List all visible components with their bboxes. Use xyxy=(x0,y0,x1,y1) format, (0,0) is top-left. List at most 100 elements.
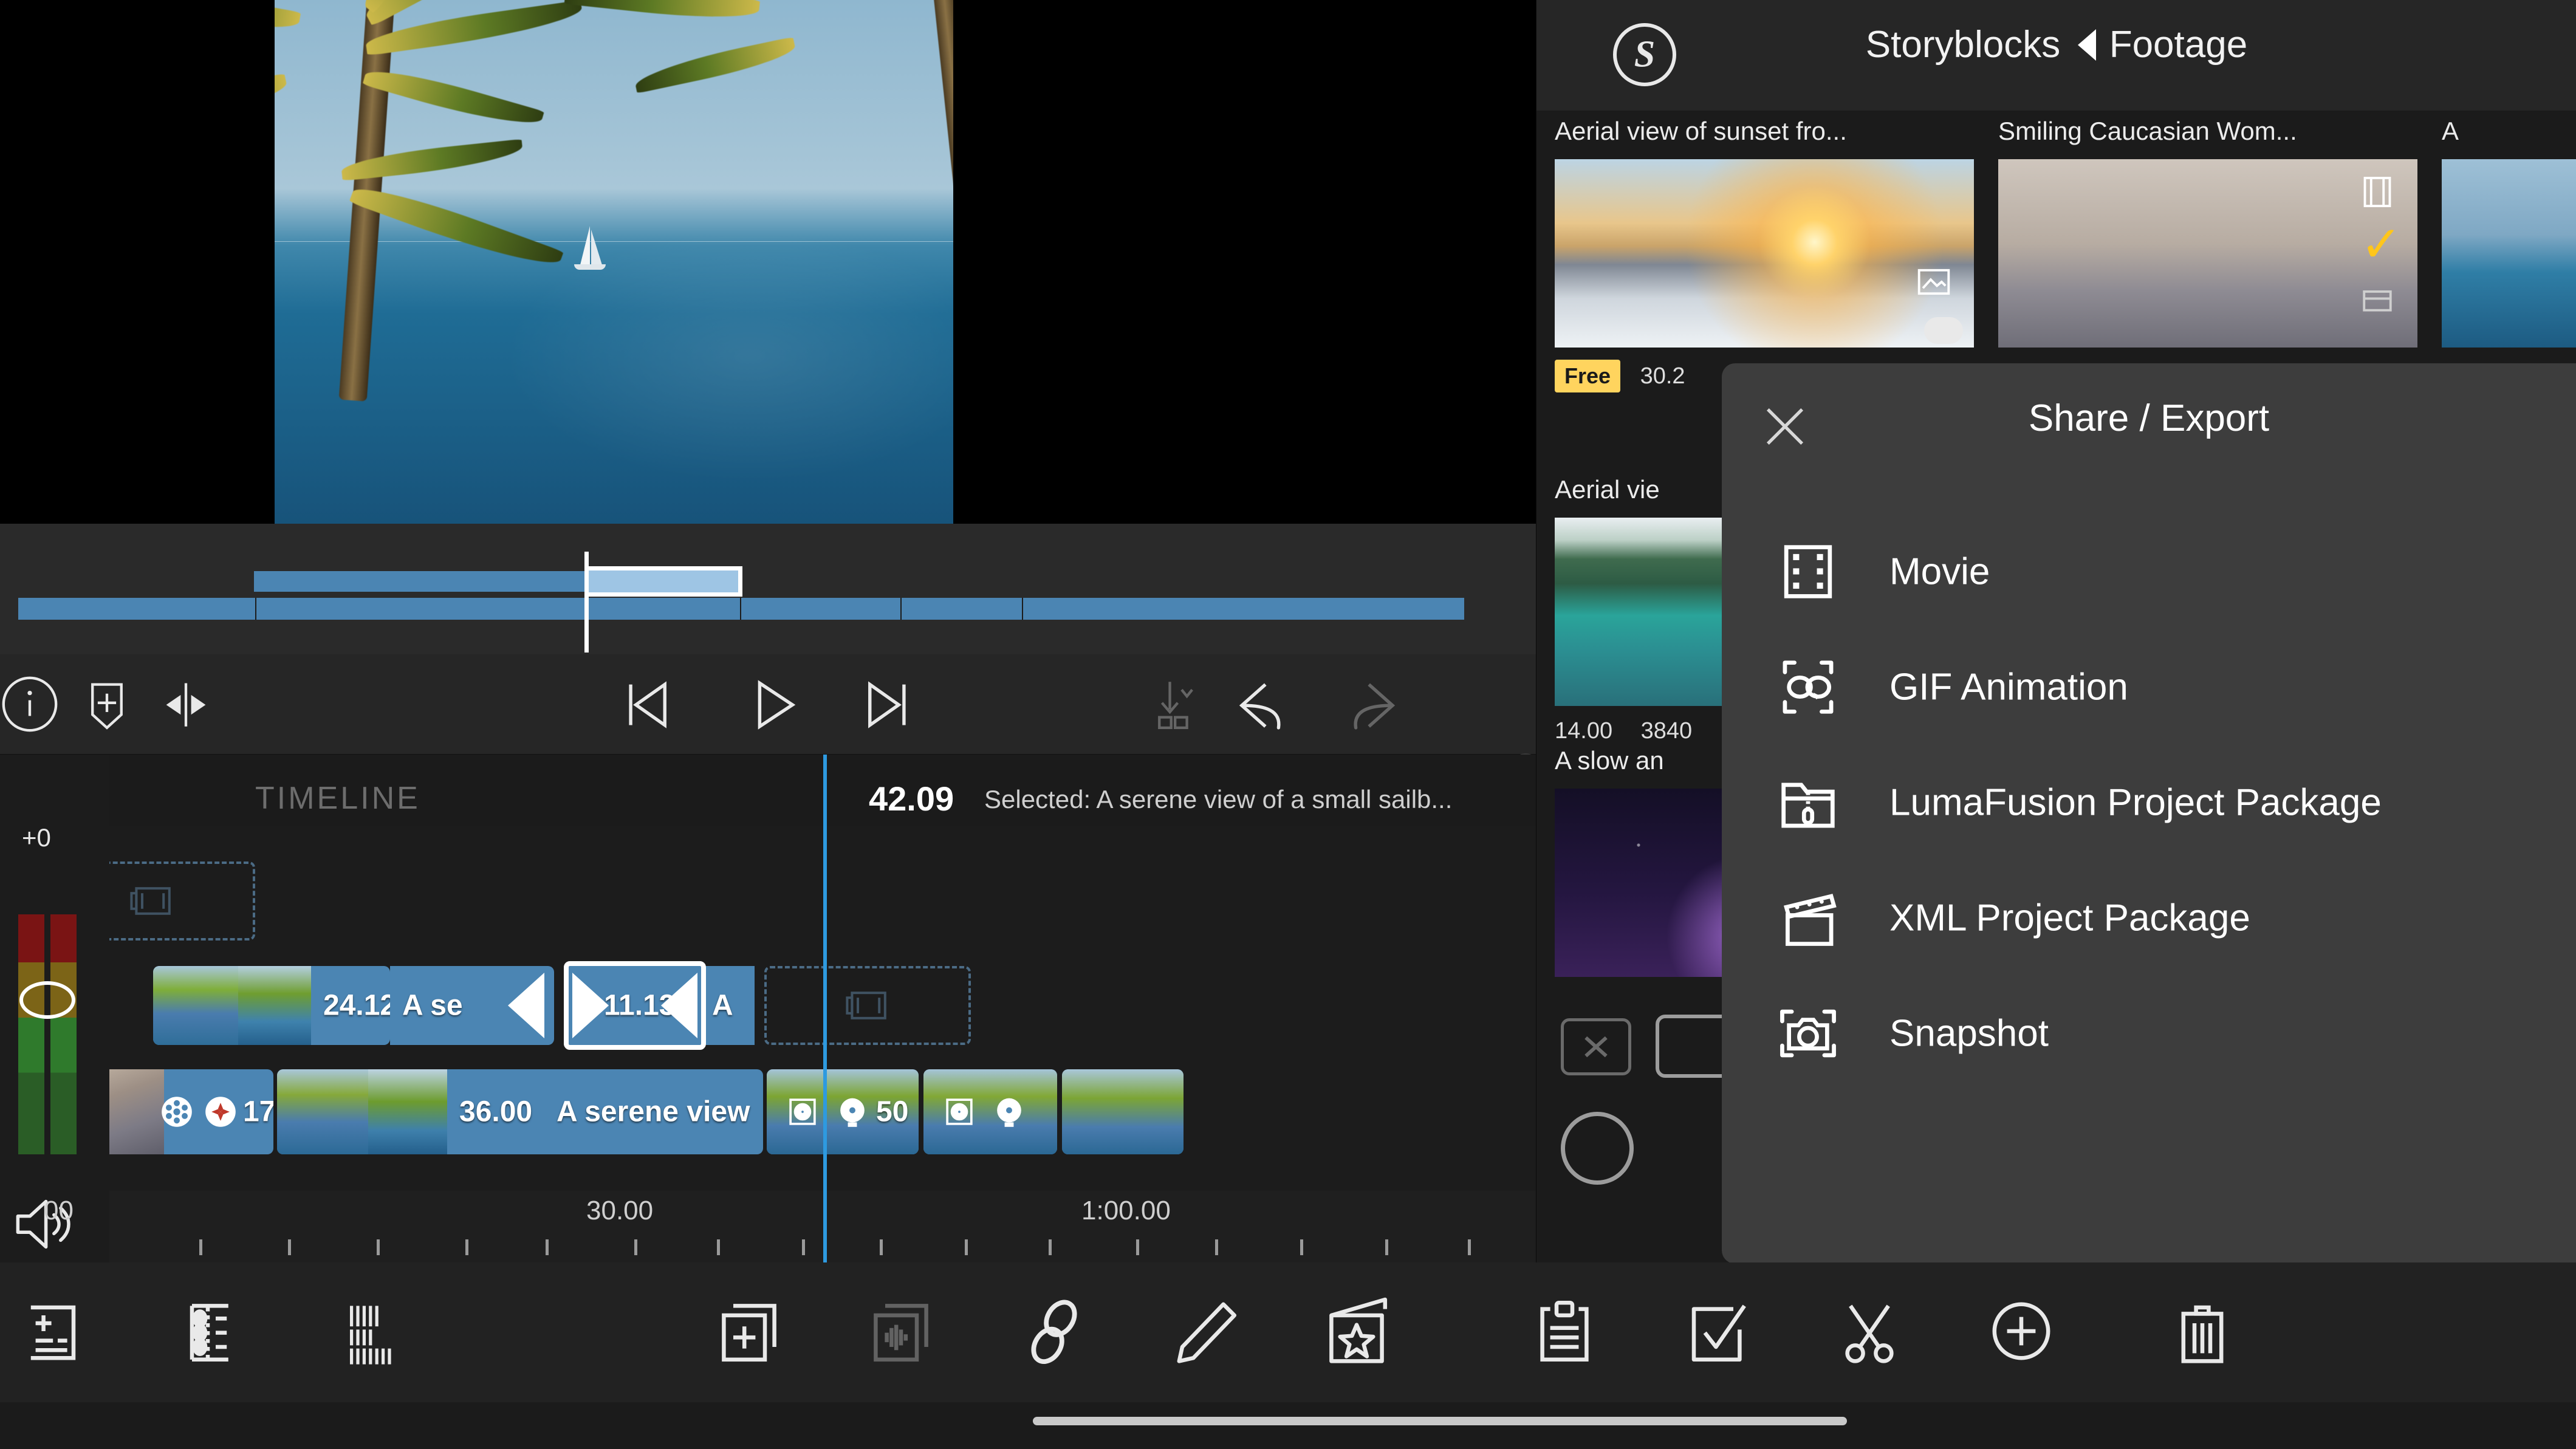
timeline-selection-label: Selected: A serene view of a small sailb… xyxy=(984,785,1453,814)
effects-icon[interactable] xyxy=(1317,1292,1396,1371)
item-title: Smiling Caucasian Wom... xyxy=(1998,117,2297,145)
timeline-clip-tail[interactable]: A xyxy=(706,966,755,1045)
trim-handle-right-icon[interactable] xyxy=(572,973,609,1038)
edit-clip-icon[interactable] xyxy=(1166,1292,1245,1371)
preview-area[interactable] xyxy=(0,0,1536,524)
storyblocks-header: S Storyblocks Footage xyxy=(1536,0,2576,111)
camera-icon xyxy=(1774,999,1842,1067)
preview-video-frame[interactable] xyxy=(275,0,953,524)
share-export-popover: Share / Export Movie GIF Animation LumaF… xyxy=(1722,363,2576,1264)
info-icon[interactable] xyxy=(0,671,63,737)
record-button[interactable] xyxy=(1561,1112,1634,1185)
lumafusion-app: TIMELINE 42.09 Selected: A serene view o… xyxy=(0,0,2576,1449)
share-option-gif[interactable]: GIF Animation xyxy=(1774,642,2552,733)
timeline-ruler[interactable]: 00 30.00 1:00.00 xyxy=(44,1191,1536,1262)
clip-duration: 50 xyxy=(876,1095,909,1128)
select-icon[interactable] xyxy=(1678,1292,1757,1371)
share-option-snapshot[interactable]: Snapshot xyxy=(1774,988,2552,1079)
storyblocks-item[interactable]: A xyxy=(2442,117,2576,348)
play-icon[interactable] xyxy=(740,671,806,737)
track-placeholder[interactable] xyxy=(109,862,255,940)
film-strip-icon xyxy=(1774,538,1842,606)
timeline-clip[interactable]: 17.22 xyxy=(109,1069,273,1154)
trim-split-icon[interactable] xyxy=(153,671,219,737)
clip-duration: 24.12 xyxy=(323,989,390,1022)
color-effect-icon xyxy=(205,1097,236,1127)
delete-icon[interactable] xyxy=(2163,1292,2242,1371)
skip-back-icon[interactable] xyxy=(614,671,679,737)
gif-infinity-icon xyxy=(1774,653,1842,721)
redo-icon[interactable] xyxy=(1343,671,1408,737)
back-chevron-icon[interactable] xyxy=(2078,29,2097,61)
keyframe-icon xyxy=(946,1098,973,1125)
timeline-clip[interactable] xyxy=(923,1069,1057,1154)
undo-icon[interactable] xyxy=(1226,671,1292,737)
scrubber-divider xyxy=(900,598,902,620)
add-track-icon[interactable] xyxy=(18,1292,97,1371)
scrubber-divider xyxy=(1022,598,1023,620)
keyframe-icon xyxy=(789,1098,816,1125)
scrubber-divider xyxy=(740,598,741,620)
scrubber-track-lower[interactable] xyxy=(18,598,1464,620)
skip-forward-icon[interactable] xyxy=(855,671,921,737)
ruler-label: 30.00 xyxy=(586,1196,654,1225)
editor-column: TIMELINE 42.09 Selected: A serene view o… xyxy=(0,0,1540,1262)
item-thumbnail[interactable] xyxy=(1998,159,2417,348)
scrubber-divider xyxy=(255,598,256,620)
timeline-clip-title-part[interactable]: A se xyxy=(390,966,554,1045)
timeline-clip-selected[interactable]: 11.13 xyxy=(564,961,706,1050)
timeline-tracks[interactable]: 24.12 A se 11.13 A 17 36.00 A serene vie… xyxy=(109,826,1536,1191)
timeline-scrubber[interactable] xyxy=(0,524,1536,654)
storyblocks-item[interactable]: Smiling Caucasian Wom... ✓ xyxy=(1998,117,2417,348)
timeline-clip[interactable]: 24.12 xyxy=(153,966,390,1045)
audio-level-knob[interactable] xyxy=(19,981,75,1019)
clear-selection-button[interactable] xyxy=(1561,1018,1631,1075)
trim-handle-left-icon[interactable] xyxy=(661,973,697,1038)
share-option-xml-package[interactable]: XML Project Package xyxy=(1774,872,2552,964)
stack-icon xyxy=(2363,290,2392,312)
storyblocks-item[interactable]: Aerial view of sunset fro... Free 30.2 xyxy=(1555,117,1974,392)
storyblocks-title-text: Storyblocks xyxy=(1865,24,2061,66)
free-badge: Free xyxy=(1555,360,1621,392)
track-placeholder[interactable] xyxy=(764,966,971,1045)
share-option-movie[interactable]: Movie xyxy=(1774,526,2552,617)
detach-audio-icon[interactable] xyxy=(862,1292,940,1371)
clip-duration: 17.22 xyxy=(243,1095,273,1128)
audio-meter-left xyxy=(18,914,44,1154)
timeline-clip[interactable] xyxy=(1062,1069,1184,1154)
share-option-lumafusion-package[interactable]: LumaFusion Project Package xyxy=(1774,757,2552,848)
waveform-zoom-icon[interactable] xyxy=(334,1292,413,1371)
add-marker-icon[interactable] xyxy=(74,671,140,737)
link-clips-icon[interactable] xyxy=(1015,1292,1094,1371)
add-clip-icon[interactable] xyxy=(710,1292,789,1371)
share-option-label: Movie xyxy=(1889,550,1990,593)
item-duration: 30.2 xyxy=(1640,363,1685,389)
timeline-playhead[interactable] xyxy=(823,755,827,1262)
bottom-toolbar xyxy=(0,1262,2576,1402)
add-icon[interactable] xyxy=(1982,1292,2061,1371)
transport-controls xyxy=(0,654,1536,755)
item-resolution: 3840 xyxy=(1640,718,1693,744)
item-thumbnail[interactable] xyxy=(1555,159,1974,348)
clip-title: A se xyxy=(402,989,463,1022)
item-thumbnail[interactable] xyxy=(2442,159,2576,348)
scrubber-playhead[interactable] xyxy=(584,552,589,653)
trim-handle-left-icon[interactable] xyxy=(508,973,544,1038)
track-list-icon[interactable] xyxy=(176,1292,255,1371)
item-meta: Free 30.2 xyxy=(1555,360,1685,392)
clip-duration: 36.00 xyxy=(459,1095,533,1128)
item-title: Aerial view of sunset fro... xyxy=(1555,117,1847,145)
zip-folder-icon xyxy=(1774,769,1842,837)
clipboard-icon[interactable] xyxy=(1525,1292,1604,1371)
storyblocks-back-label[interactable]: Footage xyxy=(2109,24,2248,66)
timeline-clip[interactable]: 36.00 A serene view xyxy=(277,1069,763,1154)
cut-icon[interactable] xyxy=(1830,1292,1909,1371)
video-chip-icon xyxy=(1917,269,1950,295)
timeline-clip[interactable]: 50 xyxy=(767,1069,919,1154)
import-icon[interactable] xyxy=(1141,671,1207,737)
selected-check-icon: ✓ xyxy=(2360,217,2402,272)
scrubber-selection[interactable] xyxy=(584,566,742,597)
timeline-header: TIMELINE 42.09 Selected: A serene view o… xyxy=(109,755,1536,826)
speed-icon xyxy=(840,1098,865,1127)
audio-meter-right xyxy=(50,914,77,1154)
